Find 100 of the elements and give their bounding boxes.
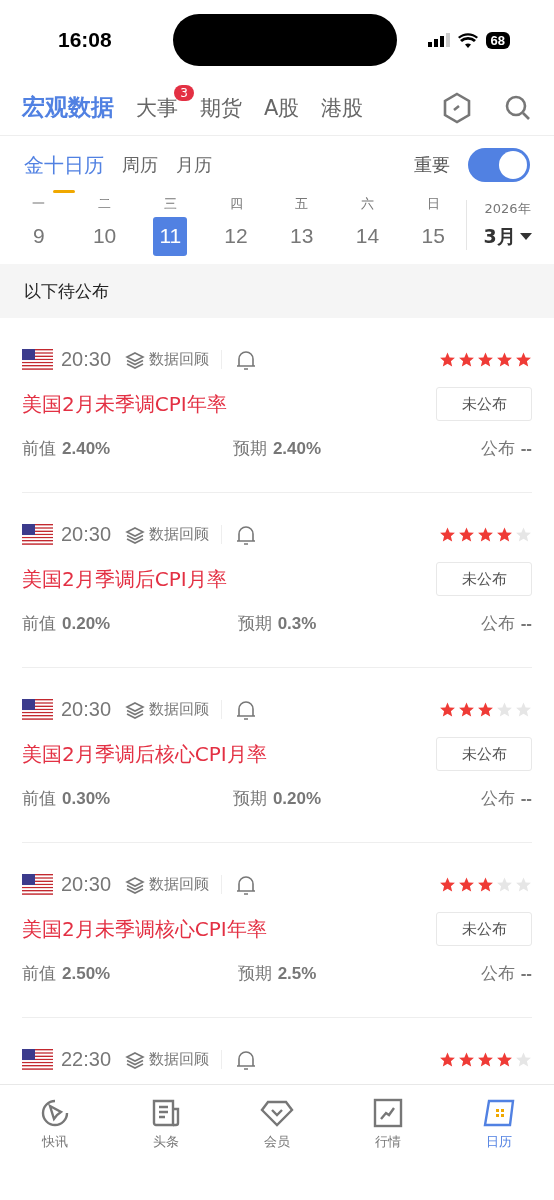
event-title[interactable]: 美国2月季调后CPI月率 [22,565,428,593]
previous-value: 前值 0.30% [22,787,112,810]
data-review-link[interactable]: 数据回顾 [119,700,223,719]
event-time: 22:30 [61,1048,112,1071]
data-review-link[interactable]: 数据回顾 [119,875,223,894]
date-button[interactable]: 15 [416,216,451,256]
star-icon [439,1051,456,1068]
status-button[interactable]: 未公布 [436,912,532,946]
star-icon [439,526,456,543]
calendar-tab[interactable]: 周历 [122,139,158,191]
star-icon [477,1051,494,1068]
date-button[interactable]: 12 [219,216,253,256]
star-icon [458,526,475,543]
star-icon [458,876,475,893]
star-icon [477,526,494,543]
search-icon[interactable] [504,93,532,122]
date-button[interactable]: 13 [284,216,319,256]
weekday-label: 六 [360,194,374,213]
chart-icon [371,1097,404,1129]
calendar-tab[interactable]: 金十日历 [24,137,104,193]
event-time: 20:30 [61,348,112,371]
toggle-label: 重要 [414,153,450,177]
forecast-value: 预期 2.40% [231,437,323,460]
star-icon [439,351,456,368]
bottom-tab[interactable]: 会员 [221,1085,333,1164]
event-time: 20:30 [61,698,112,721]
actual-value: 公布 -- [479,612,532,635]
event-title[interactable]: 美国2月未季调核心CPI年率 [22,915,428,943]
date-button[interactable]: 10 [87,216,122,256]
star-icon [515,701,532,718]
forecast-value: 预期 0.3% [236,612,318,635]
star-icon [496,1051,513,1068]
star-icon [458,1051,475,1068]
star-icon [515,526,532,543]
section-header: 以下待公布 [0,264,554,318]
actual-value: 公布 -- [479,962,532,985]
date-button[interactable]: 11 [153,216,188,256]
bell-icon[interactable] [236,348,257,371]
date-button[interactable]: 14 [350,216,385,256]
star-icon [477,701,494,718]
forecast-value: 预期 0.20% [231,787,323,810]
weekday-label: 四 [229,194,243,213]
star-icon [458,701,475,718]
us-flag-icon [22,523,53,546]
weekday-label: 三 [163,194,177,213]
star-icon [458,351,475,368]
month-picker[interactable]: 3月 [483,224,532,250]
top-tab[interactable]: A股 [264,93,300,122]
bottom-tab[interactable]: 行情 [332,1085,444,1164]
star-icon [439,876,456,893]
weekday-label: 日 [426,194,440,213]
status-time: 16:08 [58,28,112,52]
star-icon [515,1051,532,1068]
status-button[interactable]: 未公布 [436,737,532,771]
important-switch[interactable] [468,148,530,182]
previous-value: 前值 2.40% [22,437,112,460]
forecast-value: 预期 2.5% [236,962,318,985]
caret-icon [519,233,532,241]
layers-icon [125,700,146,719]
signal-icon [427,33,450,47]
bell-icon[interactable] [236,873,257,896]
layers-icon [125,1050,146,1069]
layers-icon [125,525,146,544]
event-time: 20:30 [61,523,112,546]
star-icon [496,876,513,893]
us-flag-icon [22,873,53,896]
status-button[interactable]: 未公布 [436,562,532,596]
actual-value: 公布 -- [479,787,532,810]
previous-value: 前值 2.50% [22,962,112,985]
top-tab[interactable]: 宏观数据 [22,92,114,123]
calendar-icon [481,1097,516,1129]
star-icon [439,701,456,718]
date-button[interactable]: 9 [21,216,56,256]
layers-icon [125,350,146,369]
year-label: 2026年 [484,200,531,218]
top-tab[interactable]: 期货 [200,93,242,122]
bottom-tab[interactable]: 快讯 [0,1085,111,1164]
star-icon [477,351,494,368]
star-icon [496,526,513,543]
hexagon-icon[interactable] [442,91,472,124]
us-flag-icon [22,348,53,371]
weekday-label: 五 [295,194,309,213]
data-review-link[interactable]: 数据回顾 [119,350,223,369]
data-review-link[interactable]: 数据回顾 [119,1050,223,1069]
bottom-tab[interactable]: 日历 [443,1085,554,1164]
star-icon [515,351,532,368]
event-title[interactable]: 美国2月未季调CPI年率 [22,390,428,418]
calendar-tab[interactable]: 月历 [176,139,212,191]
status-button[interactable]: 未公布 [436,387,532,421]
bell-icon[interactable] [236,523,257,546]
event-title[interactable]: 美国2月季调后核心CPI月率 [22,740,428,768]
bottom-tab[interactable]: 头条 [110,1085,222,1164]
bell-icon[interactable] [236,1048,257,1071]
event-time: 20:30 [61,873,112,896]
battery-level: 68 [485,31,510,49]
us-flag-icon [22,698,53,721]
bell-icon[interactable] [236,698,257,721]
data-review-link[interactable]: 数据回顾 [119,525,223,544]
us-flag-icon [22,1048,53,1071]
top-tab[interactable]: 港股 [321,93,364,122]
